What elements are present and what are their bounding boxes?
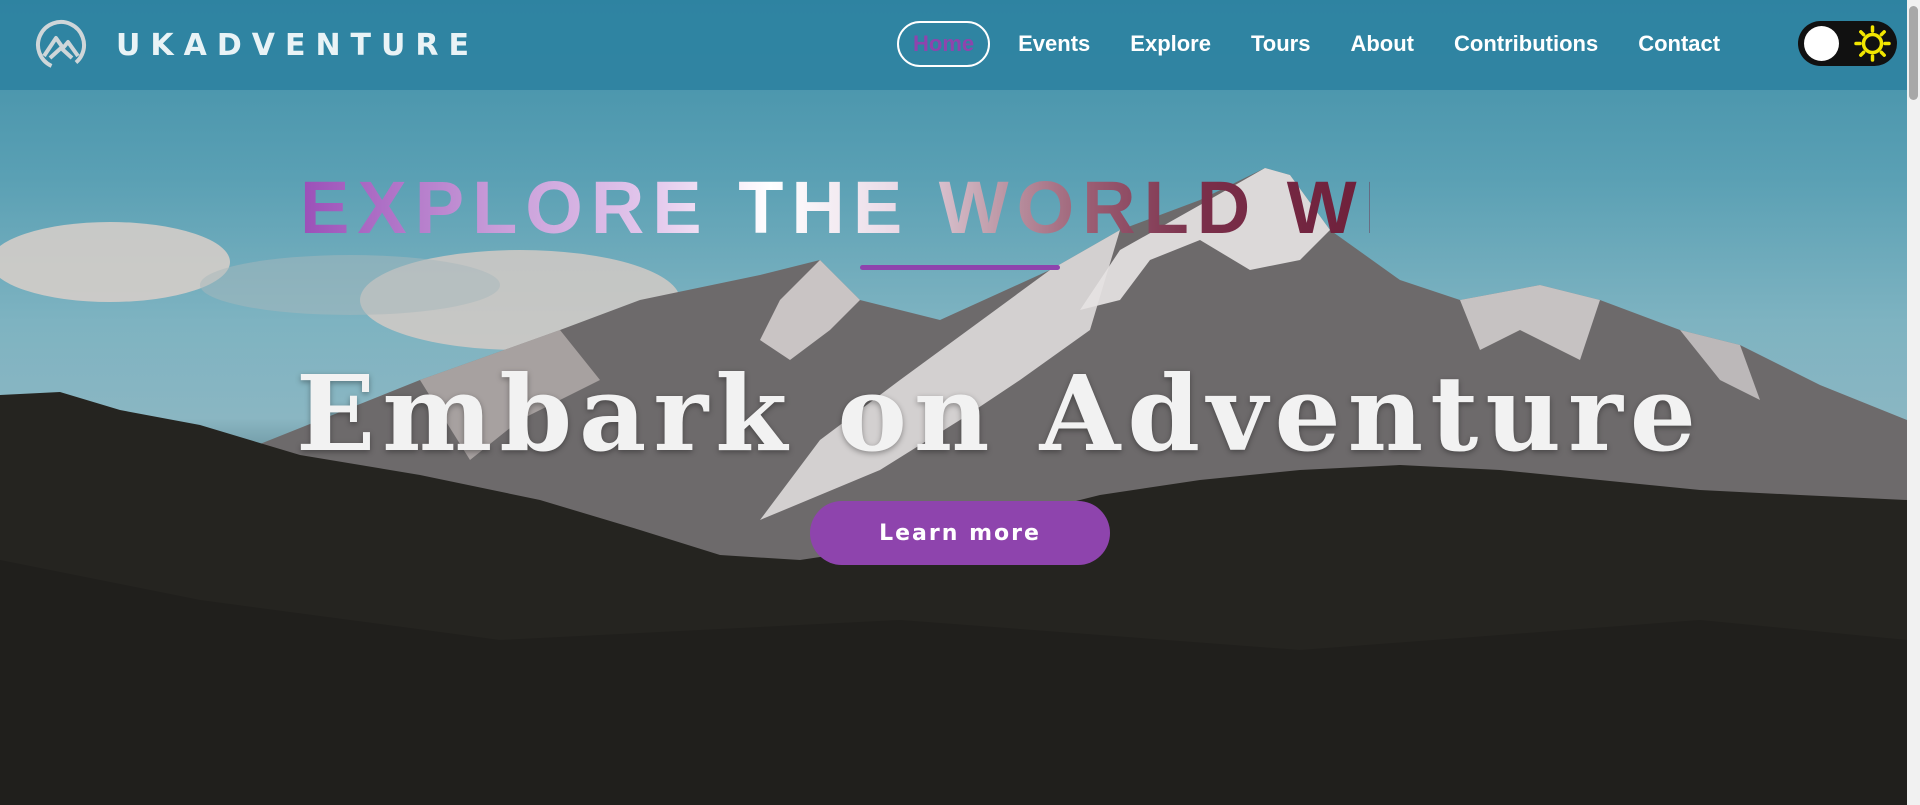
learn-more-button[interactable]: Learn more <box>810 501 1110 565</box>
nav-home[interactable]: Home <box>897 21 991 67</box>
nav-contact[interactable]: Contact <box>1638 31 1720 57</box>
page-scrollbar[interactable] <box>1907 0 1920 805</box>
toggle-knob <box>1804 26 1839 61</box>
sun-icon <box>1854 25 1891 62</box>
top-navbar: UKADVENTURE Home Events Explore Tours Ab… <box>0 0 1907 90</box>
brand[interactable]: UKADVENTURE <box>34 18 479 72</box>
nav-explore[interactable]: Explore <box>1130 31 1211 57</box>
nav-tours[interactable]: Tours <box>1251 31 1310 57</box>
main-nav: Home Events Explore Tours About Contribu… <box>897 21 1720 67</box>
nav-events[interactable]: Events <box>1018 31 1090 57</box>
nav-contributions[interactable]: Contributions <box>1454 31 1598 57</box>
kicker-underline <box>860 265 1060 270</box>
hero-headline: Embark on Adventure <box>296 352 1703 475</box>
theme-toggle[interactable] <box>1798 21 1897 66</box>
mountain-circle-icon <box>35 20 86 70</box>
nav-about[interactable]: About <box>1350 31 1414 57</box>
hero-kicker: EXPLORE THE WORLD WI <box>300 168 1370 248</box>
scrollbar-thumb[interactable] <box>1909 6 1918 100</box>
brand-name: UKADVENTURE <box>116 27 479 63</box>
